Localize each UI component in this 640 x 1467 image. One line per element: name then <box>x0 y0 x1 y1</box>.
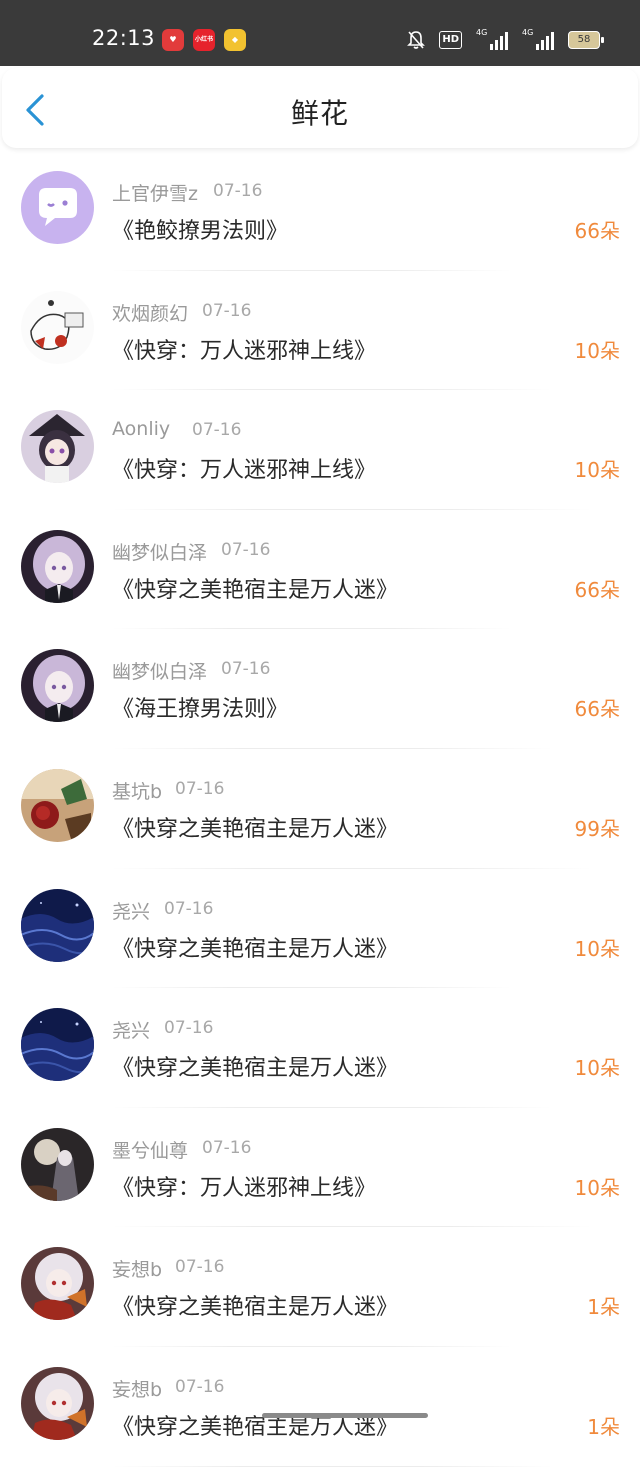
flower-count: 1朵 <box>587 1414 620 1439</box>
book-title[interactable]: 《快穿之美艳宿主是万人迷》 <box>112 572 398 604</box>
user-name[interactable]: 幽梦似白泽 <box>112 657 207 684</box>
xiaohongshu-icon: 小红书 <box>193 29 215 51</box>
gift-date: 07-16 <box>221 659 271 680</box>
gift-date: 07-16 <box>175 1257 225 1278</box>
mute-bell-icon <box>407 31 426 49</box>
list-item[interactable]: 妄想b 07-16 《快穿之美艳宿主是万人迷》 1朵 <box>0 1347 640 1467</box>
list-item[interactable]: 欢烟颜幻 07-16 《快穿：万人迷邪神上线》 10朵 <box>0 271 640 391</box>
avatar[interactable] <box>21 649 94 723</box>
battery-icon: 58 <box>568 31 604 49</box>
home-indicator[interactable] <box>262 1413 428 1418</box>
user-name[interactable]: Aonliy <box>112 418 170 440</box>
book-title[interactable]: 《快穿：万人迷邪神上线》 <box>112 333 376 365</box>
coupon-icon: ◆ <box>224 29 246 51</box>
user-name[interactable]: 妄想b <box>112 1375 162 1402</box>
user-name[interactable]: 尧兴 <box>112 1016 150 1043</box>
book-title[interactable]: 《快穿之美艳宿主是万人迷》 <box>112 811 398 843</box>
flower-count: 99朵 <box>574 816 620 841</box>
flower-count: 1朵 <box>587 1295 620 1320</box>
page-title: 鲜花 <box>290 97 349 130</box>
flower-count: 10朵 <box>574 338 620 363</box>
gift-date: 07-16 <box>221 539 271 560</box>
user-name[interactable]: 欢烟颜幻 <box>112 299 188 326</box>
book-title[interactable]: 《快穿之美艳宿主是万人迷》 <box>112 1289 398 1321</box>
list-item[interactable]: Aonliy 07-16 《快穿：万人迷邪神上线》 10朵 <box>0 390 640 510</box>
avatar[interactable] <box>21 171 94 244</box>
gift-date: 07-16 <box>213 181 263 201</box>
book-title[interactable]: 《快穿之美艳宿主是万人迷》 <box>112 1050 398 1082</box>
book-title[interactable]: 《快穿之美艳宿主是万人迷》 <box>112 931 398 963</box>
user-name[interactable]: 妄想b <box>112 1255 162 1282</box>
avatar[interactable] <box>21 1127 94 1201</box>
gift-date: 07-16 <box>164 1018 214 1039</box>
avatar[interactable] <box>21 290 94 364</box>
user-name[interactable]: 上官伊雪z <box>112 179 198 206</box>
flower-count: 66朵 <box>574 219 620 243</box>
header-bar: 鲜花 <box>2 68 638 148</box>
avatar[interactable] <box>21 768 94 842</box>
app-notification-icon: ♥ <box>162 29 184 51</box>
flower-count: 66朵 <box>574 577 620 602</box>
gift-date: 07-16 <box>175 1376 225 1397</box>
status-indicators: HD 4G 4G 58 <box>407 28 604 51</box>
avatar[interactable] <box>21 1366 94 1440</box>
book-title[interactable]: 《艳鲛撩男法则》 <box>112 213 288 245</box>
list-item[interactable]: 妄想b 07-16 《快穿之美艳宿主是万人迷》 1朵 <box>0 1227 640 1347</box>
avatar[interactable] <box>21 1008 94 1082</box>
signal-icon: 4G <box>476 28 508 50</box>
flower-count: 10朵 <box>574 1175 620 1200</box>
list-item[interactable]: 尧兴 07-16 《快穿之美艳宿主是万人迷》 10朵 <box>0 869 640 989</box>
list-item[interactable]: 墨兮仙尊 07-16 《快穿：万人迷邪神上线》 10朵 <box>0 1108 640 1228</box>
list-item[interactable]: 上官伊雪z 07-16 《艳鲛撩男法则》 66朵 <box>0 151 640 271</box>
list-item[interactable]: 幽梦似白泽 07-16 《快穿之美艳宿主是万人迷》 66朵 <box>0 510 640 630</box>
avatar[interactable] <box>21 1247 94 1321</box>
list-item[interactable]: 幽梦似白泽 07-16 《海王撩男法则》 66朵 <box>0 629 640 749</box>
gift-date: 07-16 <box>202 300 252 321</box>
book-title[interactable]: 《海王撩男法则》 <box>112 691 288 723</box>
divider <box>112 1465 552 1467</box>
list-item[interactable]: 基坑b 07-16 《快穿之美艳宿主是万人迷》 99朵 <box>0 749 640 869</box>
status-bar: 22:13 ♥ 小红书 ◆ HD 4G 4G 58 <box>0 0 640 66</box>
user-name[interactable]: 基坑b <box>112 777 162 804</box>
user-name[interactable]: 尧兴 <box>112 897 150 924</box>
avatar[interactable] <box>21 888 94 962</box>
gift-date: 07-16 <box>164 898 214 919</box>
avatar[interactable] <box>21 410 94 484</box>
flower-count: 10朵 <box>574 458 620 483</box>
status-time: 22:13 <box>92 26 156 50</box>
list-item[interactable]: 尧兴 07-16 《快穿之美艳宿主是万人迷》 10朵 <box>0 988 640 1108</box>
avatar[interactable] <box>21 529 94 603</box>
gift-date: 07-16 <box>202 1137 252 1158</box>
flower-count: 10朵 <box>574 936 620 961</box>
book-title[interactable]: 《快穿：万人迷邪神上线》 <box>112 1170 376 1202</box>
flower-count: 66朵 <box>574 697 620 722</box>
user-name[interactable]: 幽梦似白泽 <box>112 538 207 565</box>
flower-count: 10朵 <box>574 1056 620 1081</box>
gift-date: 07-16 <box>192 420 242 441</box>
signal-icon-2: 4G <box>522 28 554 50</box>
book-title[interactable]: 《快穿：万人迷邪神上线》 <box>112 452 376 484</box>
gift-date: 07-16 <box>175 778 225 799</box>
flower-list: 上官伊雪z 07-16 《艳鲛撩男法则》 66朵 欢烟颜幻 07-16 《快穿：万人迷邪神上… <box>0 151 640 1467</box>
user-name[interactable]: 墨兮仙尊 <box>112 1136 188 1163</box>
hd-icon: HD <box>439 31 462 49</box>
